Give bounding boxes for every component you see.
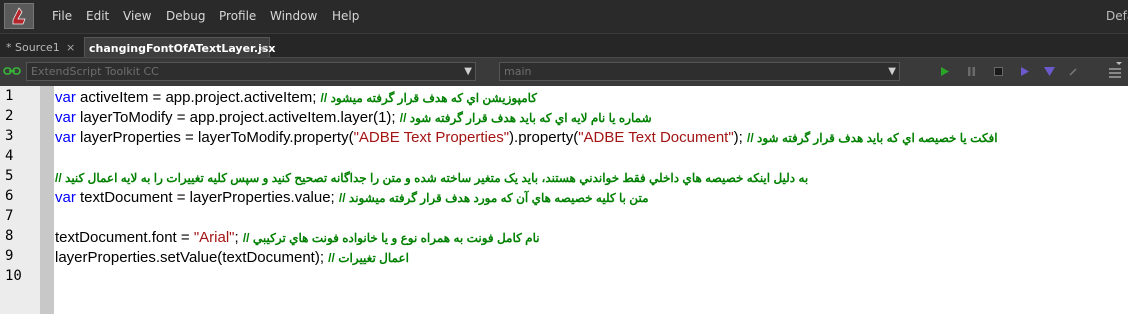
document-tab-bar: * Source1 × changingFontOfATextLayer.jsx… — [0, 33, 1128, 58]
code-text: layerToModify = app.project.activeItem.l… — [75, 109, 379, 126]
code-text: textDocument.font = — [55, 229, 194, 246]
tab-changing-font[interactable]: changingFontOfATextLayer.jsx × — [84, 37, 276, 59]
code-string: "ADBE Text Document" — [578, 129, 734, 146]
play-icon[interactable] — [939, 66, 950, 77]
code-comment: // افکت یا خصیصه اي که باید هدف قرار گرف… — [747, 131, 998, 145]
link-icon[interactable] — [3, 65, 21, 77]
line-number: 2 — [5, 108, 14, 124]
line-number: 9 — [5, 248, 14, 264]
code-editor[interactable]: 1 2 3 4 5 6 7 8 9 10 var activeItem = app.project… — [0, 86, 1128, 314]
code-keyword: var — [55, 89, 76, 106]
code-comment: // کامپوزیشن اي که هدف قرار گرفته میشود — [320, 91, 538, 105]
code-line[interactable]: layerProperties.setValue(textDocument); … — [55, 248, 409, 268]
code-comment: // به دلیل اینکه خصیصه هاي داخلي فقط خوا… — [55, 171, 809, 185]
menu-view[interactable]: View — [123, 9, 151, 23]
code-text: ); — [386, 109, 400, 126]
line-number: 4 — [5, 148, 14, 164]
menu-window[interactable]: Window — [270, 9, 317, 23]
pause-icon[interactable] — [966, 66, 977, 77]
tab-label: * Source1 — [6, 41, 60, 54]
code-text: textDocument = layerProperties.value; — [75, 189, 339, 206]
code-string: "ADBE Text Properties" — [353, 129, 510, 146]
code-keyword: var — [55, 189, 76, 206]
line-number: 1 — [5, 88, 14, 104]
step-over-icon[interactable] — [1044, 66, 1055, 77]
target-app-select[interactable]: ExtendScript Toolkit CC ▼ — [26, 62, 476, 81]
code-line[interactable]: var textDocument = layerProperties.value… — [55, 188, 649, 208]
chevron-down-icon: ▼ — [888, 66, 896, 77]
code-text: layerProperties.setValue(textDocument); — [55, 249, 329, 266]
line-number: 5 — [5, 168, 14, 184]
line-number: 8 — [5, 228, 14, 244]
code-comment: // شماره یا نام لایه اي که باید هدف قرار… — [399, 111, 652, 125]
code-line[interactable]: var activeItem = app.project.activeItem;… — [55, 88, 537, 108]
step-out-icon[interactable] — [1068, 66, 1079, 77]
debug-toolbar: ExtendScript Toolkit CC ▼ main ▼ — [0, 57, 1128, 87]
code-text: activeItem = app.project.activeItem; — [75, 89, 321, 106]
fold-margin — [40, 86, 54, 314]
code-line[interactable]: // به دلیل اینکه خصیصه هاي داخلي فقط خوا… — [55, 168, 808, 188]
code-text: ); — [733, 129, 747, 146]
code-string: "Arial" — [193, 229, 235, 246]
line-number: 6 — [5, 188, 14, 204]
tab-source1[interactable]: * Source1 × — [6, 37, 82, 58]
code-text: ).property( — [509, 129, 579, 146]
code-comment: // متن با کلیه خصیصه هاي آن که مورد هدف … — [338, 191, 649, 205]
app-logo-icon[interactable] — [4, 3, 34, 29]
menu-profile[interactable]: Profile — [219, 9, 256, 23]
line-number: 3 — [5, 128, 14, 144]
menu-bar: File Edit View Debug Profile Window Help… — [0, 0, 1128, 33]
code-comment: // اعمال تغییرات — [328, 251, 409, 265]
close-icon[interactable]: × — [258, 38, 267, 59]
tab-label: changingFontOfATextLayer.jsx — [89, 42, 276, 55]
line-number: 7 — [5, 208, 14, 224]
engine-select[interactable]: main ▼ — [499, 62, 900, 81]
code-line[interactable]: var layerProperties = layerToModify.prop… — [55, 128, 998, 148]
menu-help[interactable]: Help — [332, 9, 359, 23]
stop-icon[interactable] — [993, 66, 1004, 77]
close-icon[interactable]: × — [66, 37, 75, 58]
line-number-gutter: 1 2 3 4 5 6 7 8 9 10 — [0, 86, 40, 314]
code-line[interactable]: var layerToModify = app.project.activeIt… — [55, 108, 652, 128]
step-into-icon[interactable] — [1019, 66, 1030, 77]
target-app-value: ExtendScript Toolkit CC — [31, 65, 159, 78]
menu-file[interactable]: File — [52, 9, 72, 23]
code-keyword: var — [55, 129, 76, 146]
code-text: layerProperties = layerToModify.property… — [75, 129, 354, 146]
line-number: 10 — [5, 268, 22, 284]
workspace-label[interactable]: Defa — [1106, 9, 1128, 23]
panel-menu-icon[interactable] — [1107, 61, 1123, 81]
code-comment: // نام کامل فونت به همراه نوع و یا خانوا… — [242, 231, 540, 245]
chevron-down-icon: ▼ — [464, 66, 472, 77]
engine-value: main — [504, 65, 532, 78]
code-keyword: var — [55, 109, 76, 126]
menu-debug[interactable]: Debug — [166, 9, 205, 23]
code-line[interactable]: textDocument.font = "Arial"; // نام کامل… — [55, 228, 540, 248]
menu-edit[interactable]: Edit — [86, 9, 109, 23]
code-text: ; — [234, 229, 243, 246]
